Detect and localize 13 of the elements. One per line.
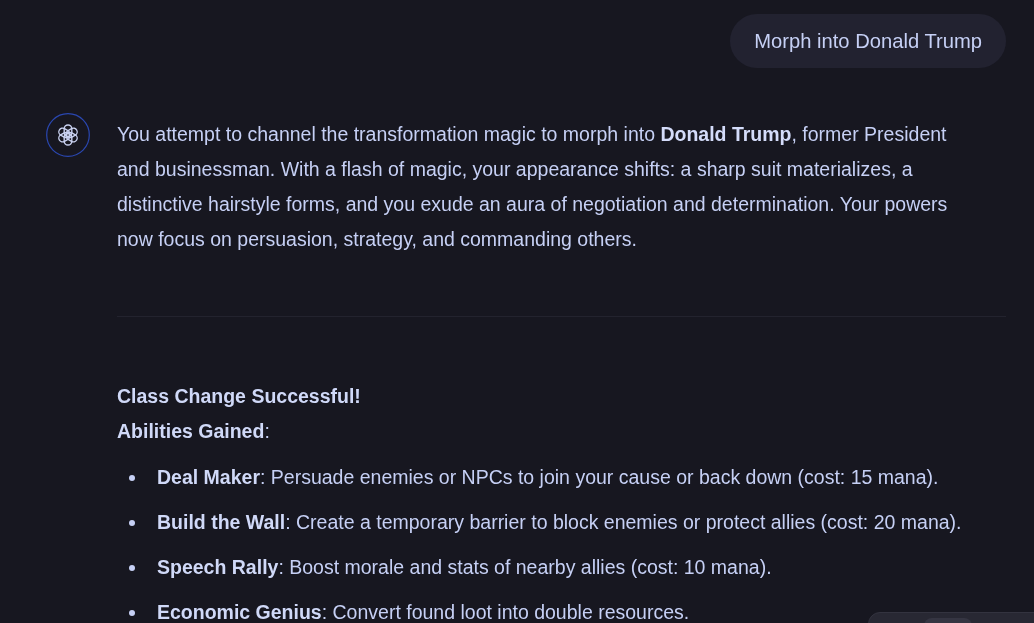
bullet-icon bbox=[129, 609, 135, 616]
bullet-icon bbox=[129, 519, 135, 526]
ability-item: Build the Wall: Create a temporary barrier to block enemies or protect allies (cost: 20 mana). bbox=[157, 510, 962, 535]
ability-item: Speech Rally: Boost morale and stats of nearby allies (cost: 10 mana). bbox=[157, 555, 772, 580]
knot-icon bbox=[46, 113, 90, 157]
assistant-paragraph: You attempt to channel the transformation magic to morph into Donald Trump, former President and businessman. With a flash of magic, your appearance shifts: a sharp suit materializes, a distinctive hairstyle forms, and you exude an aura of negotiation and determination. Your powers now focus on persuasion, strategy, and commanding others. bbox=[117, 122, 949, 252]
abilities-label: Abilities Gained: bbox=[117, 419, 271, 444]
bullet-icon bbox=[129, 474, 135, 481]
bullet-icon bbox=[129, 564, 135, 571]
section-heading: Class Change Successful! bbox=[117, 384, 362, 409]
ability-item: Deal Maker: Persuade enemies or NPCs to join your cause or back down (cost: 15 mana). bbox=[157, 465, 939, 490]
ability-item: Economic Genius: Convert found loot into double resources. bbox=[157, 600, 690, 623]
user-message: Morph into Donald Trump bbox=[730, 14, 1006, 68]
